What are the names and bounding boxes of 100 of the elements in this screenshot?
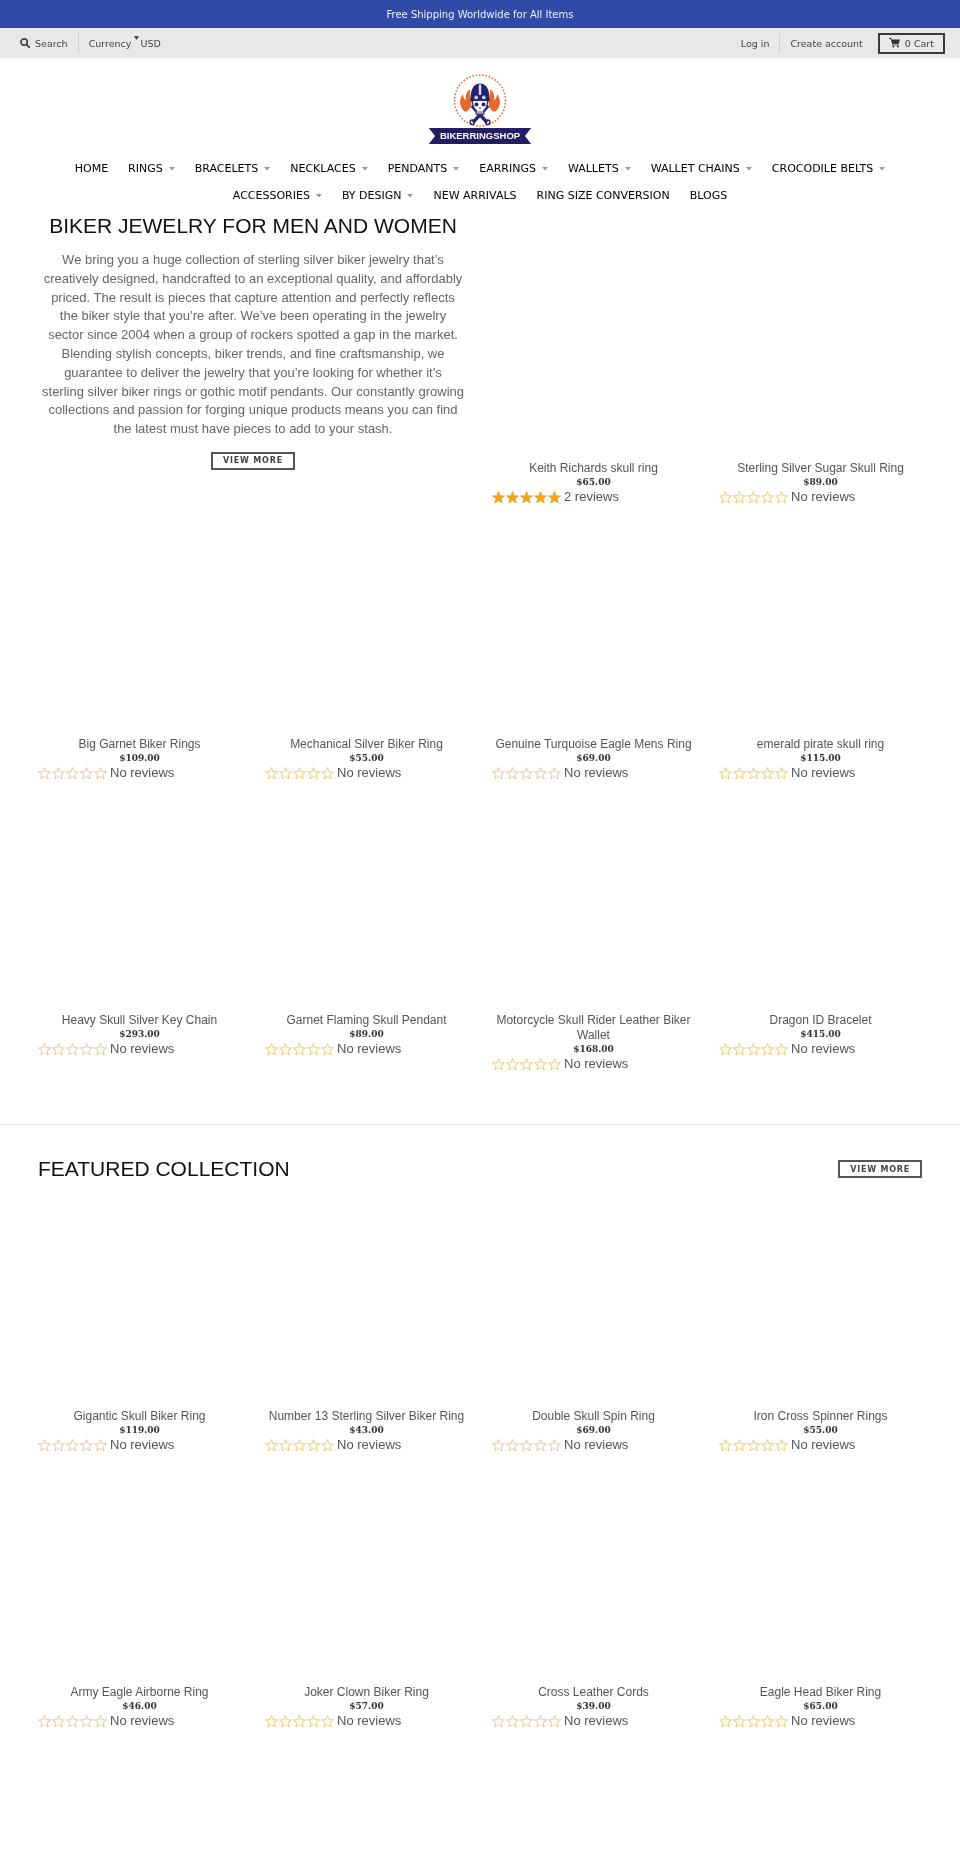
star-icon [279,766,292,780]
product-name[interactable]: Army Eagle Airborne Ring [38,1684,241,1700]
nav-link[interactable]: HOME [64,158,119,180]
nav-link[interactable]: ACCESSORIES [222,185,332,207]
product-name[interactable]: Gigantic Skull Biker Ring [38,1408,241,1424]
star-icon [761,1438,774,1452]
star-icon [520,1714,533,1728]
star-icon [506,1057,519,1071]
product-name[interactable]: Garnet Flaming Skull Pendant [265,1012,468,1028]
product-price: $109.00 [118,752,161,765]
star-icon [506,1714,519,1728]
product-name[interactable]: Heavy Skull Silver Key Chain [38,1012,241,1028]
nav-link[interactable]: RING SIZE CONVERSION [526,185,680,207]
login-link[interactable]: Log in [740,37,770,49]
star-icon [492,1714,505,1728]
star-icon [733,1714,746,1728]
section-title: BIKER JEWELRY FOR MEN AND WOMEN [48,213,458,239]
star-icon [52,1438,65,1452]
star-icon [94,766,107,780]
product-price: $46.00 [121,1700,158,1713]
search-icon [20,38,30,48]
nav-link[interactable]: EARRINGS [469,158,558,180]
search-link[interactable]: Search [20,37,68,49]
review-count: No reviews [110,765,175,781]
view-more-button[interactable]: VIEW MORE [838,1160,922,1178]
create-account-link[interactable]: Create account [790,37,863,49]
star-icon [761,490,774,504]
caret-icon [624,167,631,171]
star-icon [506,766,519,780]
review-count: No reviews [791,489,856,505]
star-icon [775,1438,788,1452]
star-icon [307,1714,320,1728]
product-name[interactable]: Cross Leather Cords [492,1684,695,1700]
star-icon [520,766,533,780]
caret-icon [745,167,752,171]
star-icon [492,490,505,504]
product-name[interactable]: Sterling Silver Sugar Skull Ring [719,460,922,476]
star-icon [733,1438,746,1452]
review-count: No reviews [791,1713,856,1729]
star-icon [293,1714,306,1728]
star-icon [747,1042,760,1056]
caret-icon [168,167,175,171]
product-price: $89.00 [348,1028,385,1041]
star-icon [534,1438,547,1452]
product-name[interactable]: Big Garnet Biker Rings [38,736,241,752]
nav-link[interactable]: BLOGS [679,185,738,207]
nav-link[interactable]: WALLETS [557,158,641,180]
star-icon [747,1438,760,1452]
product-price: $65.00 [575,476,612,489]
star-icon [747,1714,760,1728]
product-name[interactable]: Joker Clown Biker Ring [265,1684,468,1700]
star-icon [520,1057,533,1071]
star-icon [94,1714,107,1728]
nav-link[interactable]: CROCODILE BELTS [761,158,896,180]
star-icon [719,1042,732,1056]
star-icon [265,1438,278,1452]
cart-button[interactable]: 0 Cart [877,32,945,54]
logo-banner[interactable]: BIKERRINGSHOP [428,128,532,144]
nav-link[interactable]: BY DESIGN [331,185,424,207]
caret-icon [541,167,548,171]
nav-link[interactable]: NEW ARRIVALS [423,185,527,207]
view-more-button[interactable]: VIEW MORE [211,451,295,470]
star-icon [548,490,561,504]
review-count: No reviews [791,765,856,781]
star-icon [265,766,278,780]
product-name[interactable]: Genuine Turquoise Eagle Mens Ring [492,736,695,752]
star-icon [733,490,746,504]
product-name[interactable]: Keith Richards skull ring [492,460,695,476]
nav-link[interactable]: BRACELETS [184,158,281,180]
star-icon [279,1042,292,1056]
star-icon [321,1042,334,1056]
star-icon [66,1042,79,1056]
review-count: No reviews [564,765,629,781]
caret-icon [879,167,886,171]
product-name[interactable]: Mechanical Silver Biker Ring [265,736,468,752]
star-icon [534,490,547,504]
nav-link[interactable]: RINGS [118,158,185,180]
currency-selector[interactable]: USD [134,37,161,49]
product-name[interactable]: Motorcycle Skull Rider Leather Biker Wallet [492,1012,695,1043]
nav-link[interactable]: WALLET CHAINS [640,158,762,180]
product-price: $55.00 [348,752,385,765]
star-icon [719,766,732,780]
caret-icon [264,167,271,171]
nav-link[interactable]: NECKLACES [280,158,378,180]
review-count: No reviews [791,1041,856,1057]
product-name[interactable]: Number 13 Sterling Silver Biker Ring [265,1408,468,1424]
product-name[interactable]: emerald pirate skull ring [719,736,922,752]
review-count: No reviews [791,1437,856,1453]
product-name[interactable]: Double Skull Spin Ring [492,1408,695,1424]
star-icon [293,1042,306,1056]
product-price: $115.00 [799,752,842,765]
product-name[interactable]: Dragon ID Bracelet [719,1012,922,1028]
star-icon [534,1714,547,1728]
star-icon [66,1438,79,1452]
section-title: FEATURED COLLECTION [38,1156,290,1182]
product-name[interactable]: Iron Cross Spinner Rings [719,1408,922,1424]
star-icon [52,1042,65,1056]
nav-link[interactable]: PENDANTS [377,158,470,180]
product-name[interactable]: Eagle Head Biker Ring [719,1684,922,1700]
star-icon [321,1714,334,1728]
